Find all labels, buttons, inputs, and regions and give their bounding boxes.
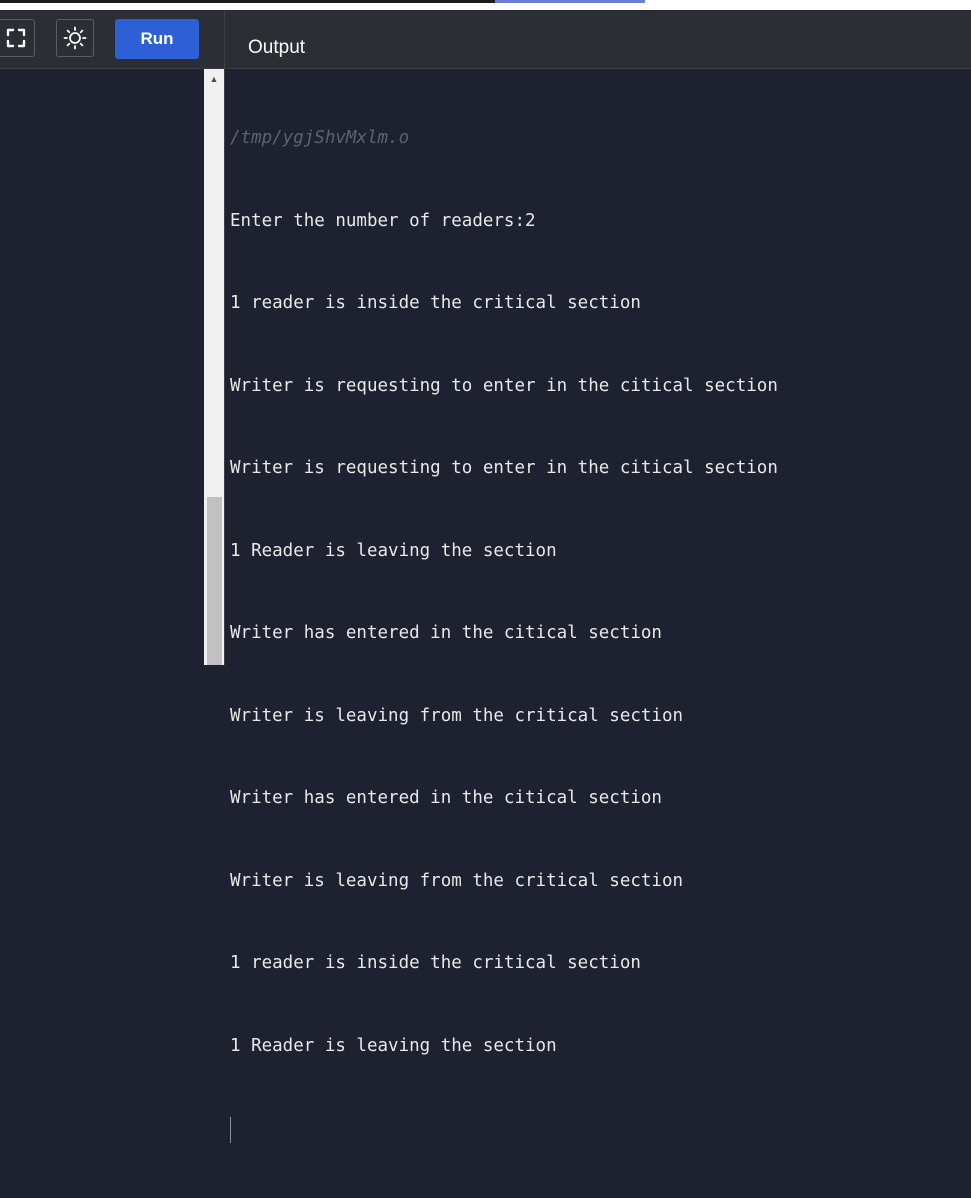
editor-toolbar: Run xyxy=(0,10,224,68)
output-pane[interactable]: /tmp/ygjShvMxlm.o Enter the number of re… xyxy=(225,69,971,1143)
input-cursor[interactable] xyxy=(230,1117,231,1143)
console-line: Writer is leaving from the critical sect… xyxy=(230,870,684,891)
console-line: Writer is requesting to enter in the cit… xyxy=(230,375,778,396)
console-line: Enter the number of readers:2 xyxy=(230,210,536,231)
console-line: Writer has entered in the citical sectio… xyxy=(230,623,662,643)
console-line: 1 reader is inside the critical section xyxy=(230,293,641,313)
toolbar: Run Output xyxy=(0,10,971,69)
sun-icon xyxy=(63,26,87,50)
editor-scrollbar[interactable]: ▲ xyxy=(204,69,224,665)
fullscreen-icon xyxy=(6,28,26,48)
console-line: Writer is leaving from the critical sect… xyxy=(230,705,684,726)
output-file-path: /tmp/ygjShvMxlm.o xyxy=(230,128,410,148)
output-title: Output xyxy=(248,37,306,58)
console-line: Writer is requesting to enter in the cit… xyxy=(230,458,778,478)
theme-toggle-button[interactable] xyxy=(56,19,94,57)
top-accent-bar xyxy=(495,0,645,3)
console-line: 1 reader is inside the critical section xyxy=(230,953,641,973)
console-line: 1 Reader is leaving the section xyxy=(230,1035,557,1056)
console-line: Writer has entered in the citical sectio… xyxy=(230,788,662,808)
scroll-up-icon[interactable]: ▲ xyxy=(204,69,224,89)
run-button[interactable]: Run xyxy=(115,19,199,59)
scrollbar-thumb[interactable] xyxy=(207,497,222,665)
code-editor-pane[interactable] xyxy=(0,69,204,665)
top-strip xyxy=(0,0,971,10)
console-output: /tmp/ygjShvMxlm.o Enter the number of re… xyxy=(230,70,778,1198)
fullscreen-button[interactable] xyxy=(0,19,35,57)
console-line: 1 Reader is leaving the section xyxy=(230,540,557,561)
